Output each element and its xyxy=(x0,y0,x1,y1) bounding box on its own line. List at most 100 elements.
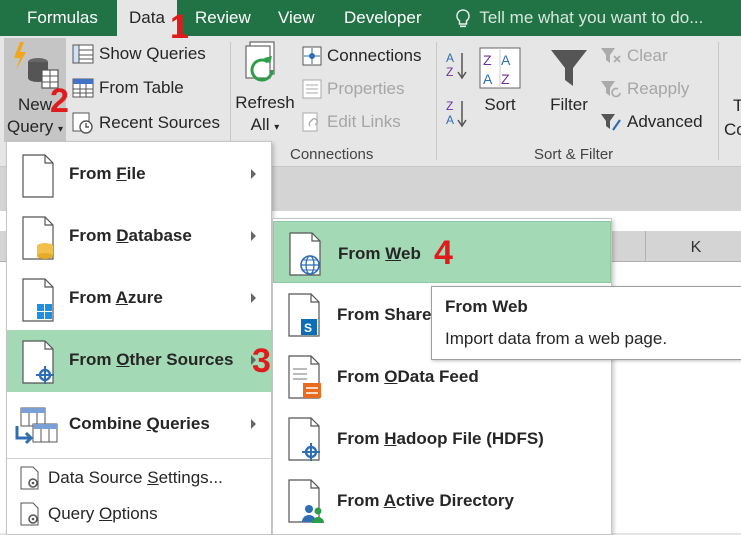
menu-item-from-file[interactable]: From File xyxy=(7,144,271,206)
edit-links-icon xyxy=(302,112,318,132)
filter-button[interactable]: Filter xyxy=(544,46,594,116)
new-query-menu: From File From Database From Azure From … xyxy=(6,141,272,535)
advanced-filter-button[interactable]: Advanced xyxy=(600,112,703,132)
lightbulb-icon xyxy=(456,8,470,27)
group-divider xyxy=(718,42,719,160)
edit-links-label: Edit Links xyxy=(327,112,401,131)
menu-item-from-active-directory[interactable]: From Active Directory xyxy=(273,469,611,531)
menu-item-label: From Azure xyxy=(69,288,163,307)
from-table-button[interactable]: From Table xyxy=(72,78,184,98)
hadoop-file-icon xyxy=(288,417,320,461)
menu-item-label: From Other Sources xyxy=(69,350,234,369)
dropdown-arrow-icon: ▾ xyxy=(274,122,280,133)
menu-item-from-database[interactable]: From Database xyxy=(7,206,271,268)
menu-separator xyxy=(7,458,271,459)
menu-item-label: From Database xyxy=(69,226,192,245)
submenu-arrow-icon xyxy=(251,419,256,429)
svg-text:A: A xyxy=(501,52,511,68)
menu-item-label: From Active Directory xyxy=(337,491,514,510)
advanced-filter-icon xyxy=(601,114,621,131)
recent-sources-icon xyxy=(72,112,93,134)
dropdown-arrow-icon: ▾ xyxy=(58,124,64,135)
query-options-icon xyxy=(20,502,39,526)
tell-me-box[interactable]: Tell me what you want to do... xyxy=(455,0,703,36)
submenu-arrow-icon xyxy=(251,231,256,241)
svg-text:Z: Z xyxy=(446,65,453,79)
step-marker-1: 1 xyxy=(170,8,189,46)
partial-button-label-bottom: Co xyxy=(724,120,741,139)
other-sources-icon xyxy=(22,340,54,384)
ribbon-tab-bar: Formulas Data Review View Developer Tell… xyxy=(0,0,741,36)
menu-item-from-azure[interactable]: From Azure xyxy=(7,268,271,330)
tab-formulas[interactable]: Formulas xyxy=(27,0,98,36)
refresh-icon xyxy=(245,41,275,82)
reapply-button[interactable]: Reapply xyxy=(600,79,689,99)
filter-label: Filter xyxy=(550,95,588,114)
menu-item-from-hadoop-file[interactable]: From Hadoop File (HDFS) xyxy=(273,407,611,469)
tab-data[interactable]: Data xyxy=(117,0,177,36)
menu-item-combine-queries[interactable]: Combine Queries xyxy=(7,394,271,456)
menu-item-label: From Web xyxy=(338,244,421,263)
recent-sources-label: Recent Sources xyxy=(99,113,220,132)
column-header-k[interactable]: K xyxy=(686,231,706,261)
data-source-settings-icon xyxy=(20,466,39,490)
file-icon xyxy=(22,154,54,198)
step-marker-4: 4 xyxy=(434,234,453,272)
svg-text:A: A xyxy=(446,113,454,127)
menu-item-data-source-settings[interactable]: Data Source Settings... xyxy=(7,460,271,496)
azure-icon xyxy=(22,278,54,322)
advanced-label: Advanced xyxy=(627,112,703,131)
clear-filter-icon xyxy=(601,48,621,63)
step-marker-2: 2 xyxy=(50,82,69,120)
from-table-label: From Table xyxy=(99,78,184,97)
menu-item-from-other-sources[interactable]: From Other Sources xyxy=(7,330,271,392)
sort-filter-group-label: Sort & Filter xyxy=(534,146,614,163)
clear-button[interactable]: Clear xyxy=(600,46,668,66)
svg-text:Z: Z xyxy=(483,52,492,68)
sort-button[interactable]: ZAAZ Sort xyxy=(474,46,526,116)
properties-button[interactable]: Properties xyxy=(302,79,404,99)
combine-queries-icon xyxy=(15,407,58,445)
refresh-label-1: Refresh xyxy=(235,93,295,112)
recent-sources-button[interactable]: Recent Sources xyxy=(72,112,220,134)
submenu-arrow-icon xyxy=(251,293,256,303)
reapply-label: Reapply xyxy=(627,79,690,98)
connections-icon xyxy=(302,46,322,66)
filter-funnel-icon xyxy=(551,50,587,86)
menu-item-query-options[interactable]: Query Options xyxy=(7,496,271,532)
edit-links-button[interactable]: Edit Links xyxy=(302,112,401,132)
tooltip-title: From Web xyxy=(445,297,528,316)
properties-icon xyxy=(302,79,322,99)
properties-label: Properties xyxy=(327,79,405,98)
tab-developer[interactable]: Developer xyxy=(344,0,422,36)
menu-item-label: From OData Feed xyxy=(337,367,479,386)
partial-button-label-top: T xyxy=(733,96,741,115)
connections-button[interactable]: Connections xyxy=(302,46,422,66)
refresh-label-2: All ▾ xyxy=(250,115,280,134)
svg-text:S: S xyxy=(304,321,312,335)
tab-review[interactable]: Review xyxy=(195,0,251,36)
sort-az-icon: AZ xyxy=(446,51,467,80)
svg-text:Z: Z xyxy=(446,99,453,113)
from-web-tooltip: From Web Import data from a web page. xyxy=(431,286,741,360)
refresh-all-button[interactable]: Refresh All ▾ xyxy=(234,40,296,139)
menu-item-label: Data Source Settings... xyxy=(48,468,223,487)
group-divider xyxy=(436,42,437,160)
tell-me-text: Tell me what you want to do... xyxy=(479,8,704,27)
step-marker-3: 3 xyxy=(252,342,271,380)
clear-label: Clear xyxy=(627,46,668,65)
svg-text:A: A xyxy=(446,51,454,65)
sort-za-button[interactable]: ZA xyxy=(444,98,468,133)
sort-az-button[interactable]: AZ xyxy=(444,50,468,85)
show-queries-icon xyxy=(72,44,94,64)
column-divider xyxy=(645,231,646,261)
sort-za-icon: ZA xyxy=(446,99,467,128)
show-queries-label: Show Queries xyxy=(99,44,206,63)
tab-view[interactable]: View xyxy=(278,0,315,36)
svg-text:A: A xyxy=(483,71,493,87)
odata-feed-icon xyxy=(288,355,321,399)
reapply-icon xyxy=(601,81,621,98)
svg-text:Z: Z xyxy=(501,71,510,87)
show-queries-button[interactable]: Show Queries xyxy=(72,44,206,64)
submenu-arrow-icon xyxy=(251,169,256,179)
